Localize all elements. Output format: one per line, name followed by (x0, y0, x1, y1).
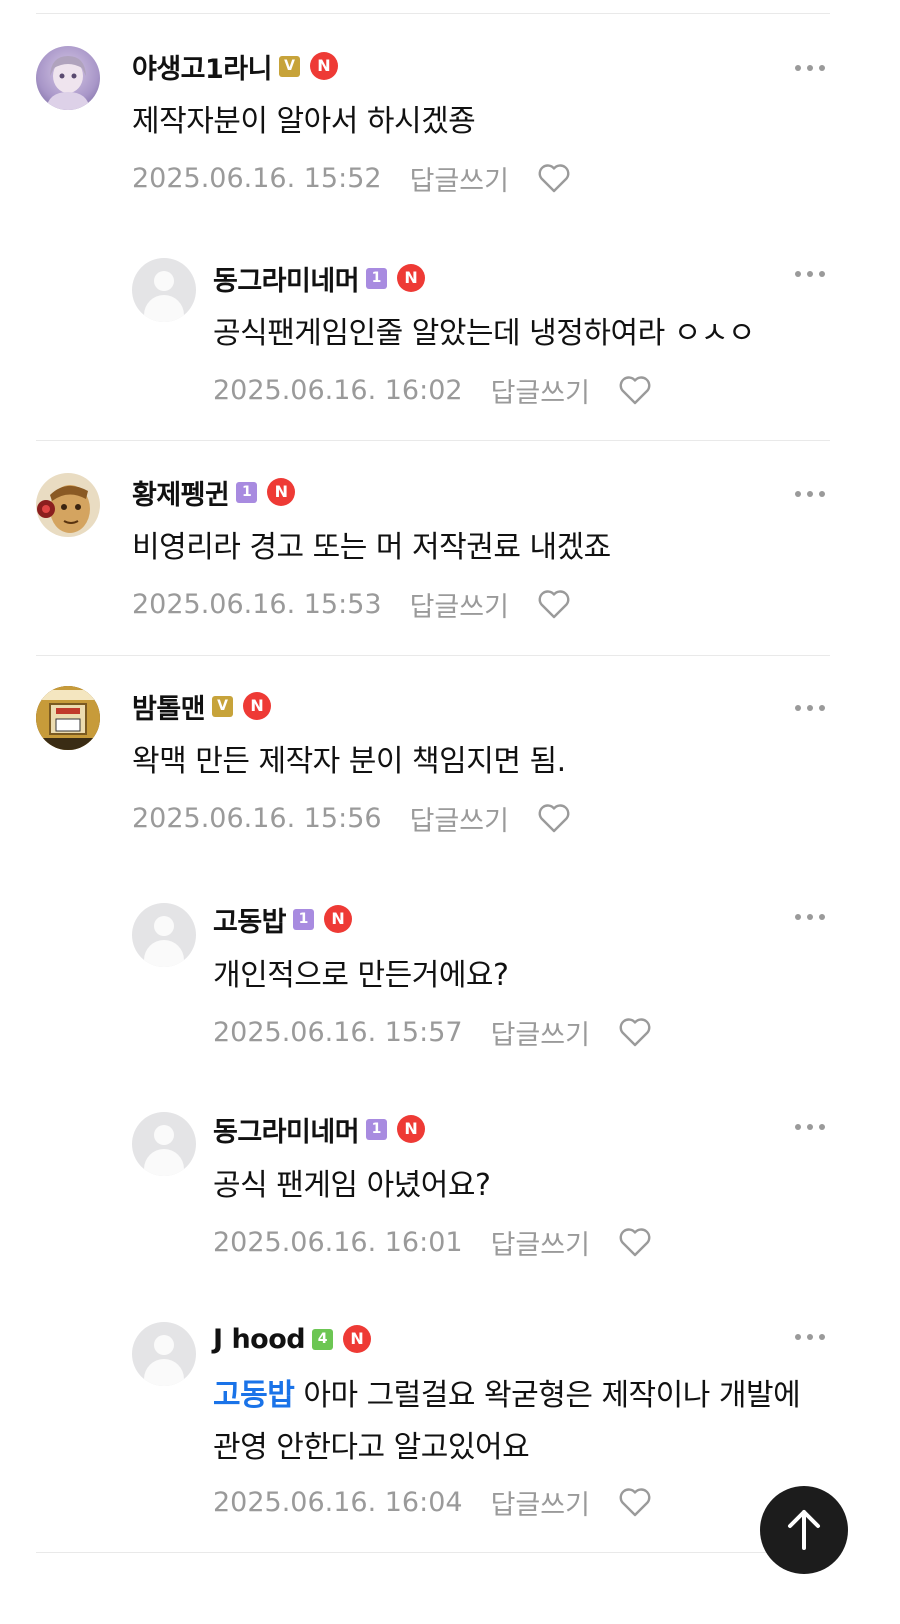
grade-badge: 1 (366, 267, 388, 289)
reply-button[interactable]: 답글쓰기 (410, 585, 509, 624)
reply-button[interactable]: 답글쓰기 (410, 799, 509, 838)
comment-date: 2025.06.16. 15:57 (213, 1016, 463, 1048)
reply-button[interactable]: 답글쓰기 (491, 1013, 590, 1052)
comment-date: 2025.06.16. 16:01 (213, 1226, 463, 1258)
comment-text: 제작자분이 알아서 하시겠죵 (132, 104, 476, 139)
comment-meta: 2025.06.16. 15:56 답글쓰기 (132, 798, 571, 838)
more-dots-icon[interactable] (792, 266, 828, 282)
reply-button[interactable]: 답글쓰기 (491, 371, 590, 410)
comment-item: 황제펭귄 1 N 비영리라 경고 또는 머 저작권료 내겠죠 2025.06.1… (0, 441, 900, 655)
grade-badge: 4 (312, 1328, 334, 1350)
author-nickname[interactable]: 밤톨맨 (132, 687, 206, 726)
scroll-top-button[interactable] (760, 1486, 848, 1574)
reply-item: 동그라미네머 1 N 공식 팬게임 아녔어요? 2025.06.16. 16:0… (0, 1092, 900, 1302)
comment-item: 야생고1라니 V N 제작자분이 알아서 하시겠죵 2025.06.16. 15… (0, 0, 900, 230)
more-dots-icon[interactable] (792, 60, 828, 76)
reply-item: 고동밥 1 N 개인적으로 만든거에요? 2025.06.16. 15:57 답… (0, 881, 900, 1092)
comment-meta: 2025.06.16. 15:52 답글쓰기 (132, 158, 571, 198)
comment-meta: 2025.06.16. 16:02 답글쓰기 (213, 370, 652, 410)
avatar[interactable] (132, 1112, 196, 1176)
more-dots-icon[interactable] (792, 1329, 828, 1345)
comment-text: 공식팬게임인줄 알았는데 냉정하여라 ㅇㅅㅇ (213, 316, 756, 351)
grade-badge: 1 (366, 1118, 388, 1140)
author-nickname[interactable]: 동그라미네머 (213, 1110, 360, 1149)
comment-item: 밤톨맨 V N 왁맥 만든 제작자 분이 책임지면 됨. 2025.06.16.… (0, 656, 900, 881)
n-badge: N (343, 1325, 372, 1353)
avatar[interactable] (132, 903, 196, 967)
more-dots-icon[interactable] (792, 1119, 828, 1135)
reply-button[interactable]: 답글쓰기 (491, 1223, 590, 1262)
author-nickname[interactable]: 고동밥 (213, 900, 287, 939)
avatar[interactable] (36, 46, 100, 110)
author-nickname[interactable]: J hood (213, 1324, 306, 1355)
reply-button[interactable]: 답글쓰기 (491, 1483, 590, 1522)
grade-badge: V (212, 695, 234, 717)
comment-meta: 2025.06.16. 15:53 답글쓰기 (132, 584, 571, 624)
avatar[interactable] (36, 473, 100, 537)
avatar[interactable] (132, 1322, 196, 1386)
arrow-up-icon (788, 1510, 820, 1550)
mention-link[interactable]: 고동밥 (213, 1378, 295, 1413)
author-row: 동그라미네머 1 N (213, 1110, 426, 1149)
author-row: 밤톨맨 V N (132, 687, 272, 726)
comment-text: 공식 팬게임 아녔어요? (213, 1168, 491, 1203)
author-row: 고동밥 1 N (213, 900, 353, 939)
reply-item: 동그라미네머 1 N 공식팬게임인줄 알았는데 냉정하여라 ㅇㅅㅇ 2025.0… (0, 230, 900, 440)
comment-date: 2025.06.16. 15:53 (132, 588, 382, 620)
comment-date: 2025.06.16. 15:52 (132, 162, 382, 194)
comment-date: 2025.06.16. 16:02 (213, 374, 463, 406)
comment-text: 개인적으로 만든거에요? (213, 958, 509, 993)
avatar[interactable] (36, 686, 100, 750)
heart-icon[interactable] (537, 589, 571, 619)
comment-meta: 2025.06.16. 15:57 답글쓰기 (213, 1012, 652, 1052)
heart-icon[interactable] (618, 1487, 652, 1517)
author-nickname[interactable]: 야생고1라니 (132, 47, 273, 86)
author-row: J hood 4 N (213, 1321, 372, 1357)
comment-text: 아마 그럴걸요 왁굳형은 제작이나 개발에 관영 안한다고 알고있어요 (213, 1378, 801, 1465)
n-badge: N (243, 692, 272, 720)
n-badge: N (324, 905, 353, 933)
author-row: 황제펭귄 1 N (132, 473, 296, 512)
grade-badge: 1 (293, 908, 315, 930)
heart-icon[interactable] (537, 803, 571, 833)
grade-badge: 1 (236, 481, 258, 503)
n-badge: N (310, 52, 338, 80)
more-dots-icon[interactable] (792, 909, 828, 925)
comment-meta: 2025.06.16. 16:04 답글쓰기 (213, 1482, 652, 1522)
divider (36, 1552, 830, 1553)
n-badge: N (397, 264, 426, 292)
author-nickname[interactable]: 황제펭귄 (132, 473, 230, 512)
more-dots-icon[interactable] (792, 486, 828, 502)
comment-text: 비영리라 경고 또는 머 저작권료 내겠죠 (132, 530, 611, 565)
heart-icon[interactable] (618, 1227, 652, 1257)
author-nickname[interactable]: 동그라미네머 (213, 259, 360, 298)
author-row: 동그라미네머 1 N (213, 259, 426, 298)
grade-badge: V (279, 55, 300, 77)
more-dots-icon[interactable] (792, 700, 828, 716)
n-badge: N (397, 1115, 426, 1143)
comment-meta: 2025.06.16. 16:01 답글쓰기 (213, 1222, 652, 1262)
author-row: 야생고1라니 V N (132, 47, 338, 86)
avatar[interactable] (132, 258, 196, 322)
comment-date: 2025.06.16. 15:56 (132, 802, 382, 834)
reply-button[interactable]: 답글쓰기 (410, 159, 509, 198)
heart-icon[interactable] (618, 1017, 652, 1047)
comment-body: 고동밥 아마 그럴걸요 왁굳형은 제작이나 개발에 관영 안한다고 알고있어요 (213, 1370, 833, 1474)
heart-icon[interactable] (537, 163, 571, 193)
heart-icon[interactable] (618, 375, 652, 405)
n-badge: N (267, 478, 296, 506)
comment-date: 2025.06.16. 16:04 (213, 1486, 463, 1518)
comment-text: 왁맥 만든 제작자 분이 책임지면 됨. (132, 744, 566, 779)
